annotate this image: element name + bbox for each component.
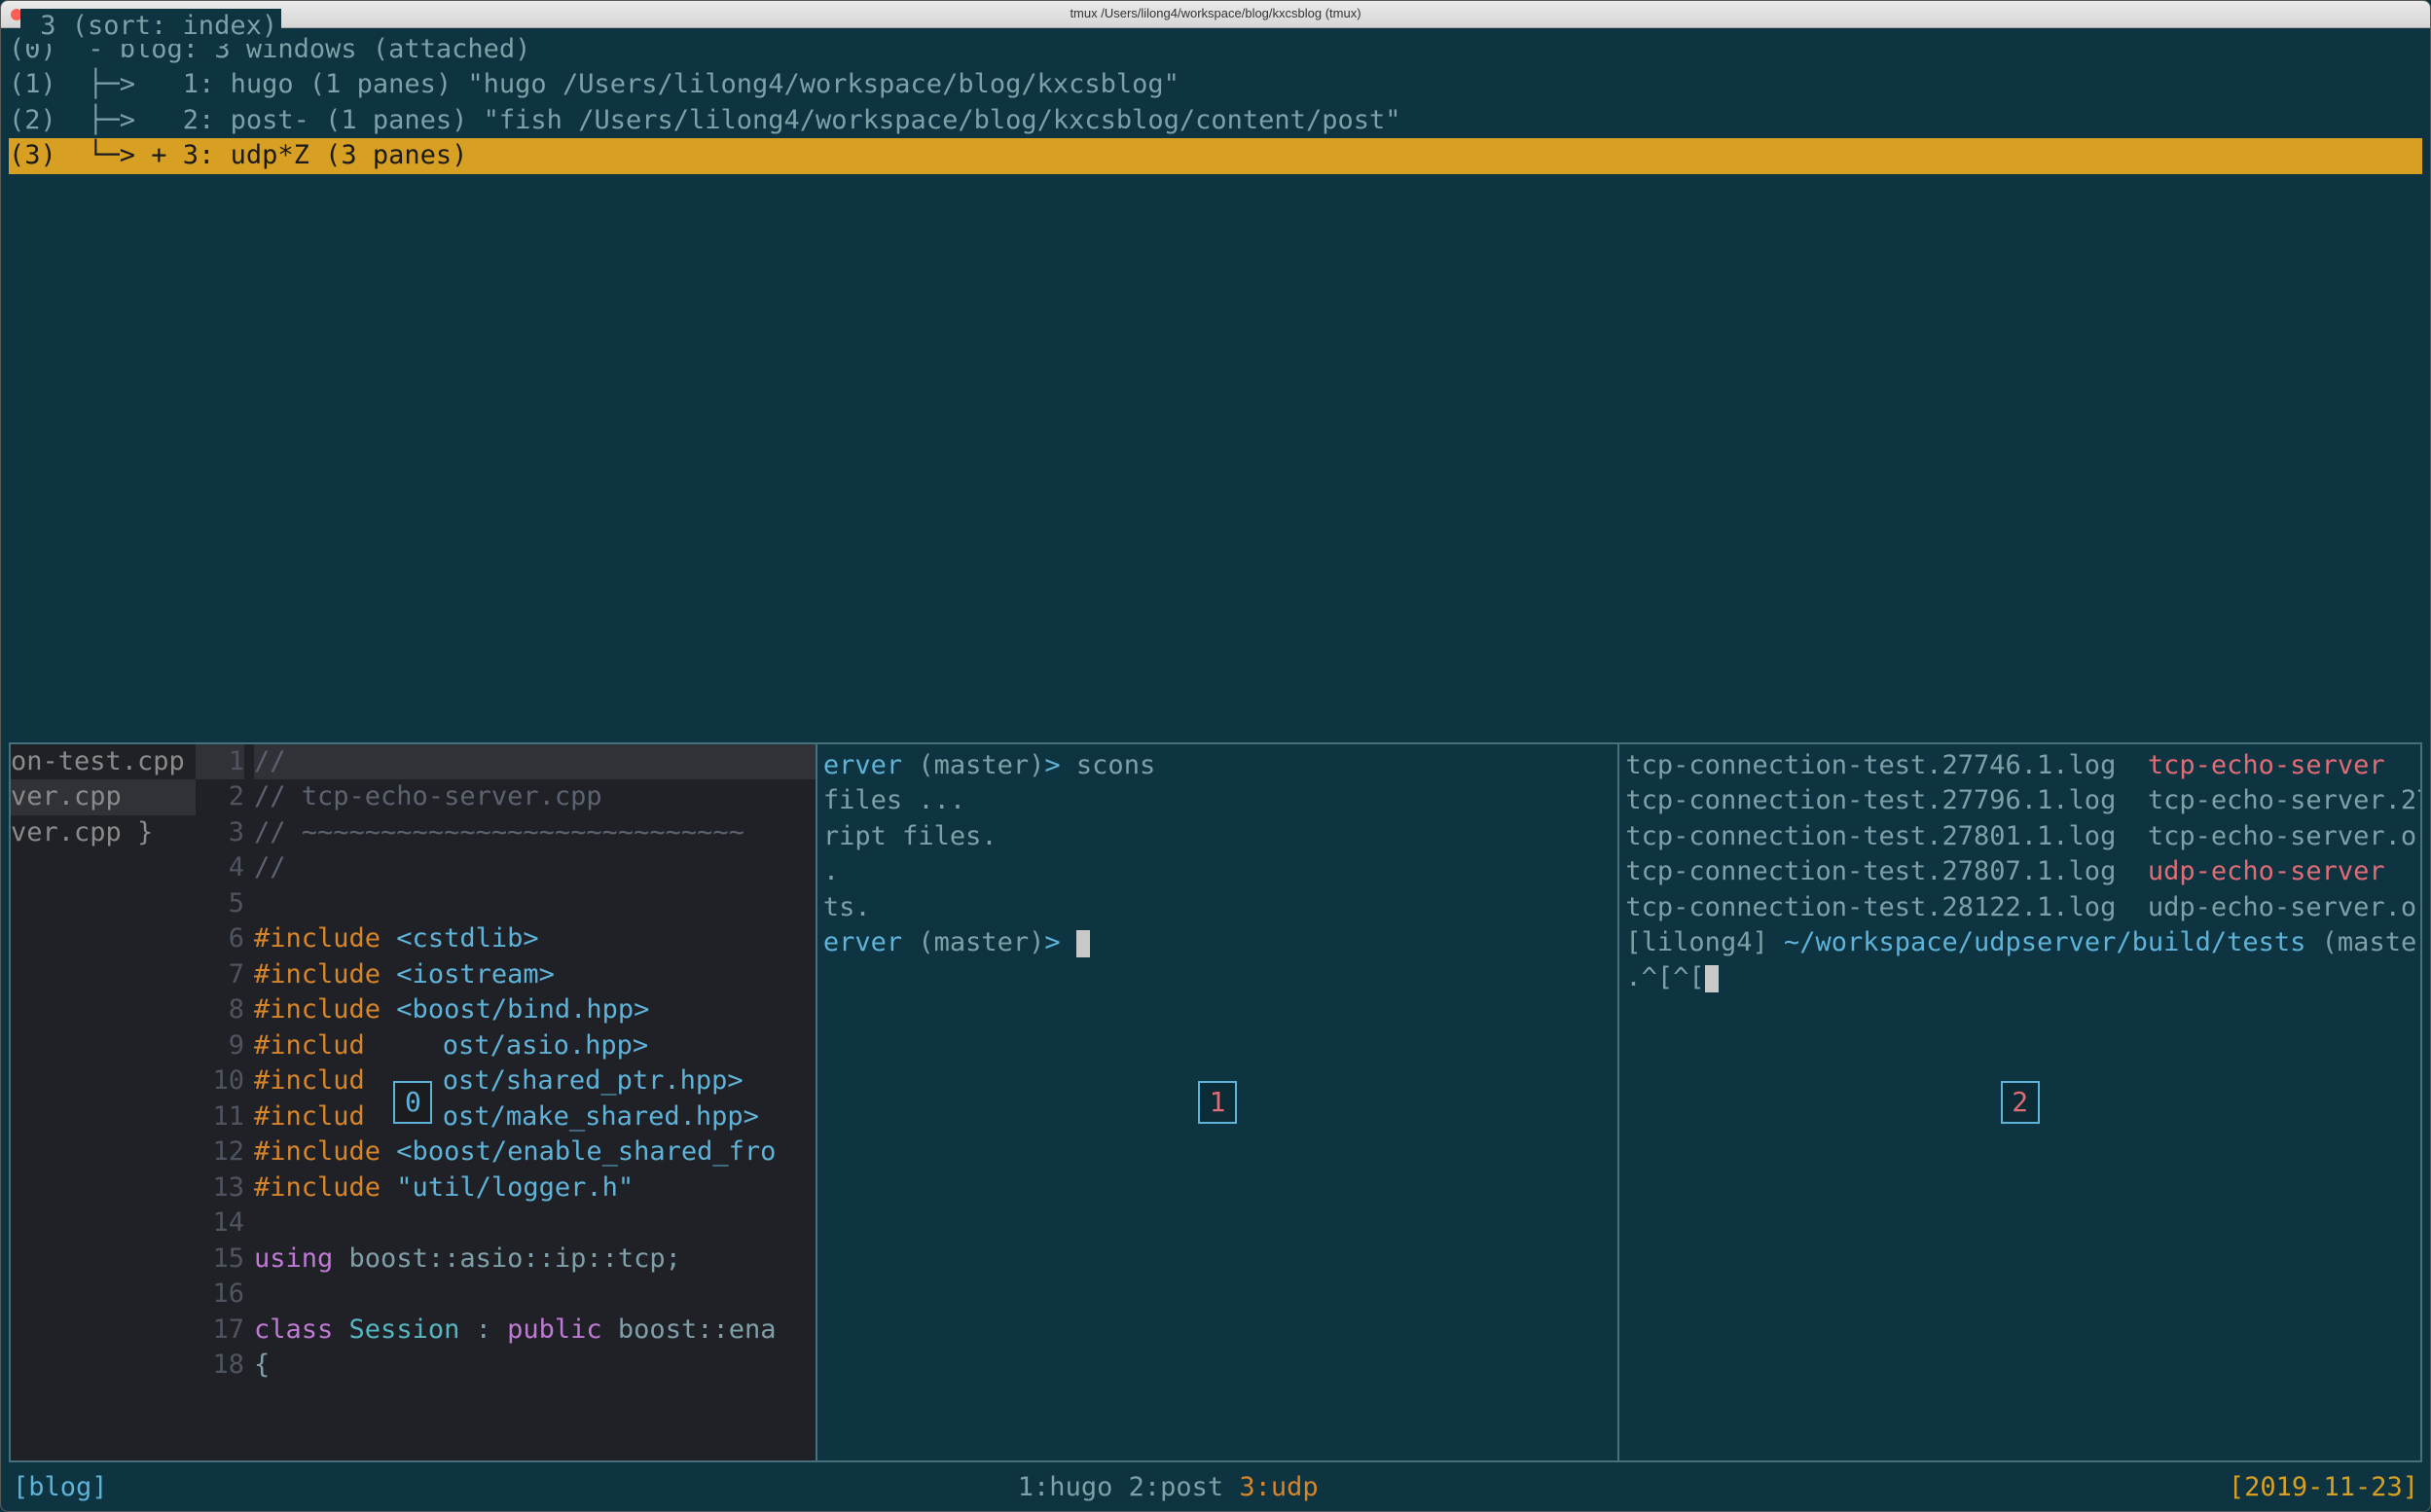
window-title: tmux /Users/lilong4/workspace/blog/kxcsb… — [1, 6, 2430, 21]
code-line: // tcp-echo-server.cpp — [254, 779, 816, 815]
terminal[interactable]: (0) - blog: 3 windows (attached) (1) ├─>… — [1, 28, 2430, 1511]
code-line — [254, 1277, 816, 1313]
code-line: #includost/make_shared.hpp> — [254, 1099, 816, 1135]
ls-line: tcp-connection-test.28122.1.log udp-echo… — [1625, 890, 2414, 925]
code-line: #includost/shared_ptr.hpp> — [254, 1063, 816, 1099]
code-line: #include <boost/bind.hpp> — [254, 992, 816, 1028]
pane-number-1: 1 — [1198, 1081, 1237, 1124]
pane-editor[interactable]: on-test.cpp ver.cpp ver.cpp } 1234567891… — [11, 744, 816, 1460]
code-line: #includost/asio.hpp> — [254, 1028, 816, 1064]
shell-line: erver (master)> scons — [823, 748, 1613, 783]
file-gutter: on-test.cpp ver.cpp ver.cpp } — [11, 744, 196, 1460]
shell-line: ript files. — [823, 819, 1613, 854]
titlebar[interactable]: tmux /Users/lilong4/workspace/blog/kxcsb… — [1, 1, 2430, 28]
code-line: // ~~~~~~~~~~~~~~~~~~~~~~~~~~~~ — [254, 815, 816, 851]
app-window: tmux /Users/lilong4/workspace/blog/kxcsb… — [0, 0, 2431, 1512]
pane-shell-2[interactable]: tcp-connection-test.27746.1.log tcp-echo… — [1617, 744, 2420, 1460]
code-line: #include "util/logger.h" — [254, 1170, 816, 1206]
pane-number-2: 2 — [2001, 1081, 2040, 1124]
shell-line: files ... — [823, 783, 1613, 818]
shell-prompt: [lilong4] ~/workspace/udpserver/build/te… — [1625, 925, 2414, 960]
ls-line: tcp-connection-test.27801.1.log tcp-echo… — [1625, 819, 2414, 854]
code-line: { — [254, 1348, 816, 1384]
ls-line: tcp-connection-test.27807.1.log udp-echo… — [1625, 854, 2414, 889]
pane-shell-1[interactable]: erver (master)> sconsfiles ...ript files… — [816, 744, 1618, 1460]
code-line: #include <iostream> — [254, 957, 816, 993]
code-line — [254, 886, 816, 922]
code-line: // — [254, 744, 816, 780]
shell-line: erver (master)> — [823, 925, 1613, 960]
ls-line: tcp-connection-test.27796.1.log tcp-echo… — [1625, 783, 2414, 818]
status-right: [2019-11-23] — [2229, 1470, 2418, 1505]
code-body[interactable]: // // tcp-echo-server.cpp// ~~~~~~~~~~~~… — [254, 744, 816, 1460]
code-line: #include <boost/enable_shared_fro — [254, 1134, 816, 1170]
code-line — [254, 1206, 816, 1242]
code-line: // — [254, 850, 816, 886]
session-line[interactable]: (2) ├─> 2: post- (1 panes) "fish /Users/… — [9, 103, 2422, 138]
status-center: 1:hugo 2:post 3:udp — [1018, 1470, 1319, 1505]
pane-number-0: 0 — [393, 1081, 432, 1124]
code-line: class Session : public boost::ena — [254, 1313, 816, 1349]
ls-line: tcp-connection-test.27746.1.log tcp-echo… — [1625, 748, 2414, 783]
tmux-status-bar: [blog] 1:hugo 2:post 3:udp [2019-11-23] — [1, 1466, 2430, 1511]
code-line: using boost::asio::ip::tcp; — [254, 1242, 816, 1278]
session-line[interactable]: (1) ├─> 1: hugo (1 panes) "hugo /Users/l… — [9, 67, 2422, 102]
shell-line: .^[^[ — [1625, 960, 2414, 995]
shell-line: ts. — [823, 890, 1613, 925]
status-left: [blog] — [13, 1470, 108, 1505]
pane-group-label: 3 (sort: index) — [20, 9, 281, 44]
line-numbers: 123456789101112131415161718 — [196, 744, 254, 1460]
session-line[interactable]: (0) - blog: 3 windows (attached) — [9, 32, 2422, 67]
session-line-selected[interactable]: (3) └─> + 3: udp*Z (3 panes) — [9, 138, 2422, 173]
code-line: #include <cstdlib> — [254, 921, 816, 957]
pane-group: on-test.cpp ver.cpp ver.cpp } 1234567891… — [9, 742, 2422, 1462]
shell-line: . — [823, 854, 1613, 889]
